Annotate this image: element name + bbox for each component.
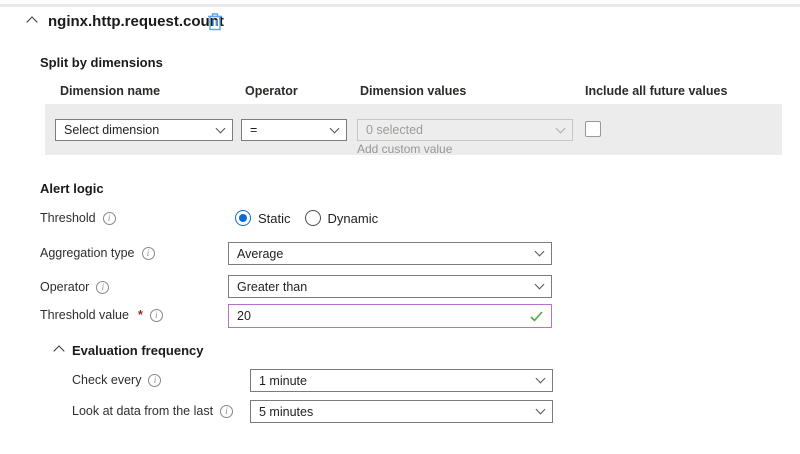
threshold-value-label-row: Threshold value * i xyxy=(40,308,163,322)
check-every-dropdown-value: 1 minute xyxy=(259,374,307,388)
aggregation-type-dropdown-value: Average xyxy=(237,247,283,261)
add-custom-value-link[interactable]: Add custom value xyxy=(357,142,452,156)
info-icon[interactable]: i xyxy=(220,405,233,418)
alert-condition-panel: nginx.http.request.count Split by dimens… xyxy=(0,0,800,454)
metric-title: nginx.http.request.count xyxy=(48,13,224,30)
chevron-down-icon xyxy=(536,374,546,384)
threshold-option-dynamic-label: Dynamic xyxy=(328,211,379,226)
aggregation-type-label-row: Aggregation type i xyxy=(40,246,155,260)
aggregation-type-dropdown[interactable]: Average xyxy=(228,242,552,265)
aggregation-type-label: Aggregation type xyxy=(40,246,135,260)
look-back-label: Look at data from the last xyxy=(72,404,213,418)
info-icon[interactable]: i xyxy=(103,212,116,225)
threshold-value-input[interactable] xyxy=(237,309,530,323)
dimension-name-dropdown[interactable]: Select dimension xyxy=(55,119,233,141)
threshold-option-static[interactable]: Static xyxy=(235,210,291,226)
delete-metric-button[interactable] xyxy=(207,12,223,31)
dimension-values-dropdown[interactable]: 0 selected xyxy=(357,119,573,141)
column-header-dimension-values: Dimension values xyxy=(360,84,466,98)
evaluation-frequency-collapse-chevron-icon[interactable] xyxy=(53,344,64,355)
threshold-radio-group: Static Dynamic xyxy=(235,210,378,226)
chevron-down-icon xyxy=(535,280,545,290)
info-icon[interactable]: i xyxy=(148,374,161,387)
look-back-dropdown[interactable]: 5 minutes xyxy=(250,400,553,423)
radio-unselected-icon xyxy=(305,210,321,226)
dimension-name-dropdown-value: Select dimension xyxy=(64,123,159,137)
include-all-future-values-checkbox[interactable] xyxy=(585,121,601,137)
look-back-label-row: Look at data from the last i xyxy=(72,404,233,418)
operator-label: Operator xyxy=(40,280,89,294)
threshold-label: Threshold xyxy=(40,211,96,225)
chevron-down-icon xyxy=(556,123,566,133)
dimension-operator-dropdown[interactable]: = xyxy=(241,119,347,141)
check-every-label: Check every xyxy=(72,373,141,387)
threshold-value-field xyxy=(228,304,552,328)
operator-dropdown-value: Greater than xyxy=(237,280,307,294)
column-header-dimension-name: Dimension name xyxy=(60,84,160,98)
top-divider xyxy=(0,4,800,7)
split-by-dimensions-heading: Split by dimensions xyxy=(40,55,163,70)
evaluation-frequency-heading: Evaluation frequency xyxy=(72,343,203,358)
info-icon[interactable]: i xyxy=(96,281,109,294)
valid-check-icon xyxy=(530,311,543,322)
info-icon[interactable]: i xyxy=(150,309,163,322)
info-icon[interactable]: i xyxy=(142,247,155,260)
check-every-label-row: Check every i xyxy=(72,373,161,387)
chevron-down-icon xyxy=(535,247,545,257)
alert-logic-heading: Alert logic xyxy=(40,181,104,196)
threshold-option-dynamic[interactable]: Dynamic xyxy=(305,210,379,226)
trash-icon xyxy=(207,12,223,31)
check-every-dropdown[interactable]: 1 minute xyxy=(250,369,553,392)
dimension-operator-dropdown-value: = xyxy=(250,123,257,137)
dimension-values-dropdown-value: 0 selected xyxy=(366,123,423,137)
metric-collapse-chevron-icon[interactable] xyxy=(26,15,37,26)
threshold-option-static-label: Static xyxy=(258,211,291,226)
chevron-down-icon xyxy=(330,123,340,133)
threshold-value-label: Threshold value xyxy=(40,308,129,322)
threshold-label-row: Threshold i xyxy=(40,211,116,225)
chevron-down-icon xyxy=(216,123,226,133)
column-header-operator: Operator xyxy=(245,84,298,98)
operator-label-row: Operator i xyxy=(40,280,109,294)
chevron-down-icon xyxy=(536,405,546,415)
operator-dropdown[interactable]: Greater than xyxy=(228,275,552,298)
radio-selected-icon xyxy=(235,210,251,226)
look-back-dropdown-value: 5 minutes xyxy=(259,405,313,419)
required-asterisk: * xyxy=(138,308,143,322)
column-header-include-all-future-values: Include all future values xyxy=(585,84,727,98)
